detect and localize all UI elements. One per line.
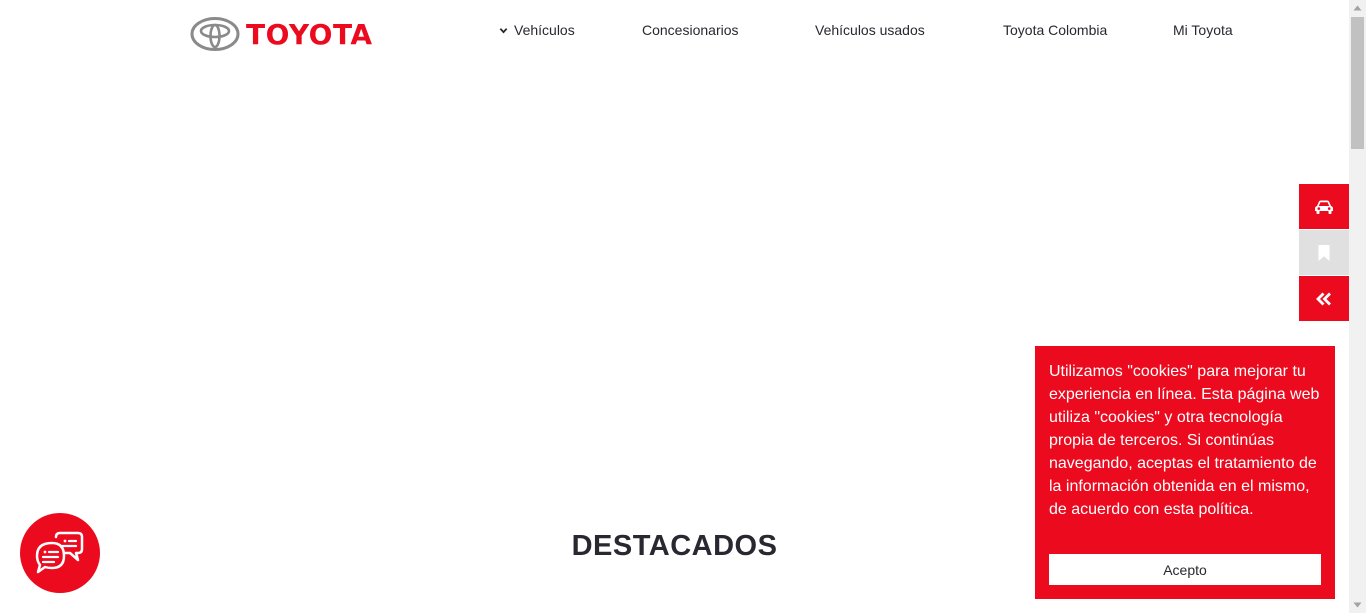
scroll-down-arrow-icon[interactable] (1349, 596, 1366, 613)
scroll-up-arrow-icon[interactable] (1349, 0, 1366, 17)
chat-button[interactable] (20, 513, 100, 593)
double-chevron-left-icon (1316, 292, 1331, 305)
side-button-collapse[interactable] (1299, 276, 1349, 321)
nav-item-label: Concesionarios (642, 22, 739, 38)
nav-item-mi-toyota[interactable]: Mi Toyota (1173, 22, 1233, 38)
car-icon (1315, 200, 1333, 214)
chevron-down-icon (499, 27, 508, 33)
chat-bubbles-icon (35, 531, 84, 574)
nav-item-vehiculos-usados[interactable]: Vehículos usados (815, 22, 925, 38)
accept-cookies-button[interactable]: Acepto (1049, 554, 1321, 585)
scrollbar-thumb[interactable] (1351, 17, 1364, 149)
nav-item-toyota-colombia[interactable]: Toyota Colombia (1003, 22, 1107, 38)
vertical-scrollbar[interactable] (1349, 0, 1366, 613)
toyota-emblem-icon (190, 17, 240, 51)
nav-item-label: Mi Toyota (1173, 22, 1233, 38)
site-header: TOYOTA Vehículos Concesionarios Vehículo… (0, 0, 1349, 62)
nav-item-label: Vehículos (514, 22, 575, 38)
side-button-vehicles[interactable] (1299, 184, 1349, 229)
brand-name: TOYOTA (246, 17, 373, 51)
toyota-logo[interactable]: TOYOTA (190, 16, 373, 52)
nav-item-vehiculos[interactable]: Vehículos (499, 22, 575, 38)
cookie-message: Utilizamos "cookies" para mejorar tu exp… (1049, 363, 1320, 518)
side-button-saved[interactable] (1299, 230, 1349, 275)
cookie-banner: Utilizamos "cookies" para mejorar tu exp… (1035, 346, 1335, 599)
bookmark-icon (1318, 244, 1330, 261)
nav-item-concesionarios[interactable]: Concesionarios (642, 22, 739, 38)
nav-item-label: Toyota Colombia (1003, 22, 1108, 38)
nav-item-label: Vehículos usados (815, 22, 925, 38)
